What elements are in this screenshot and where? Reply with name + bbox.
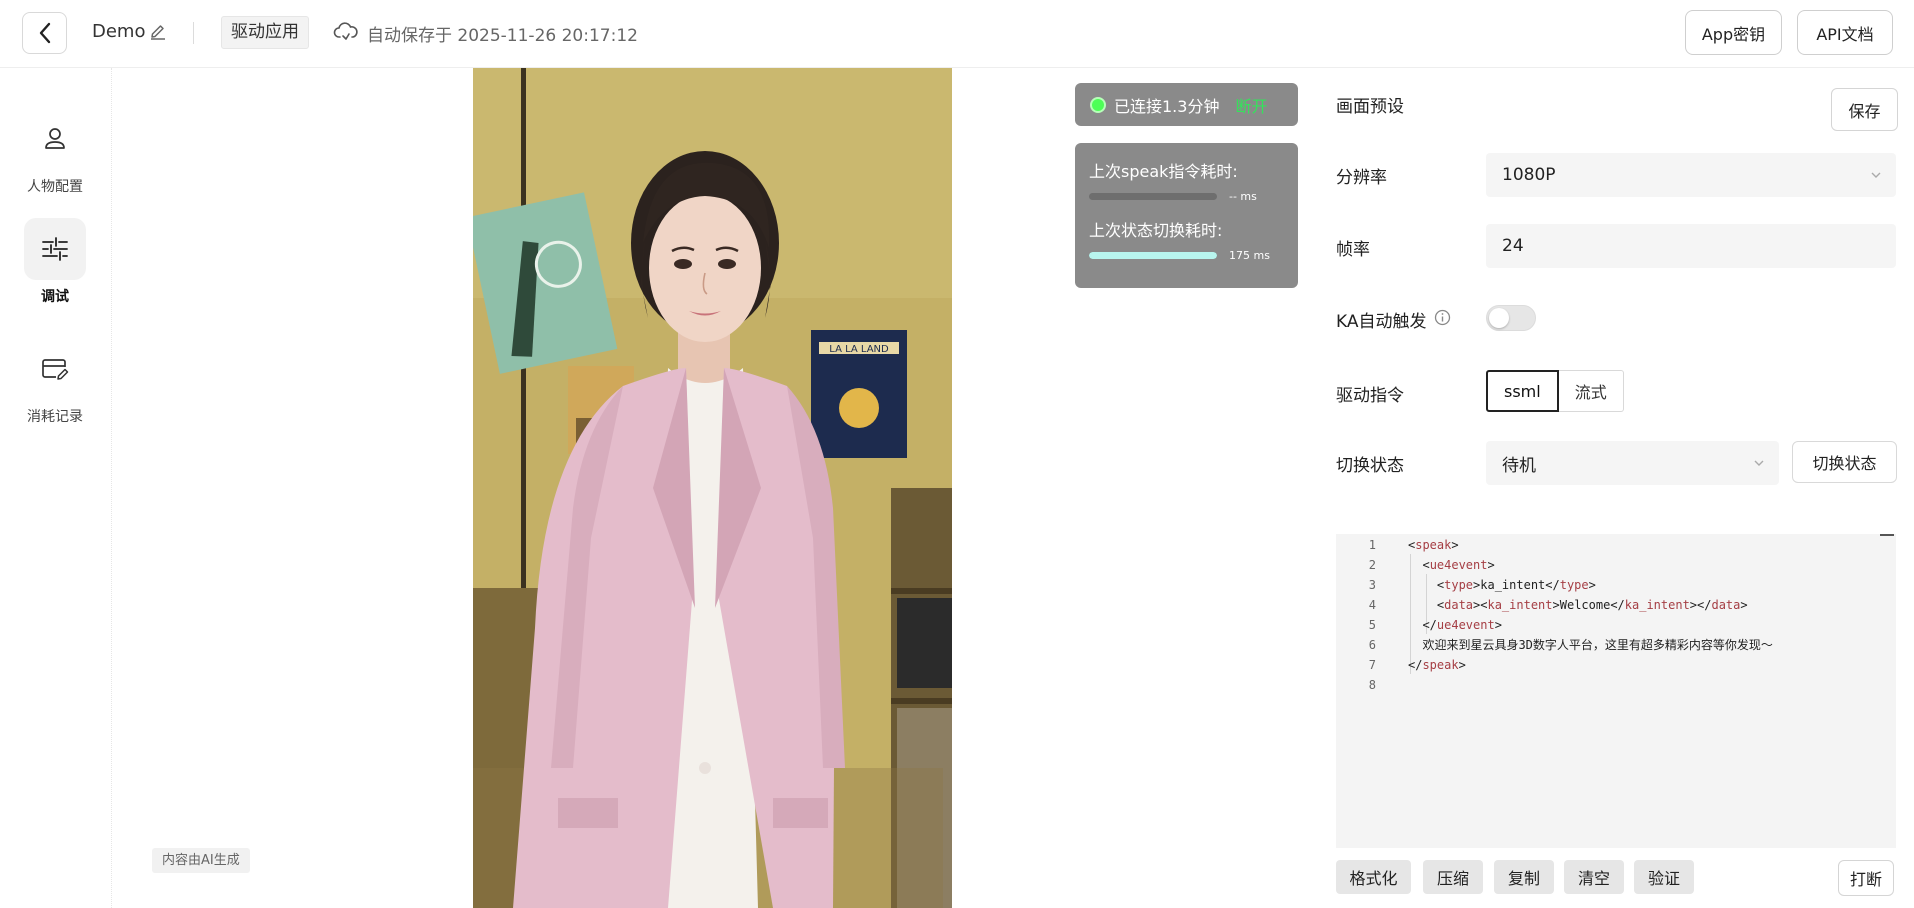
top-bar: Demo 驱动应用 自动保存于 2025-11-26 20:17:12 App密…	[0, 0, 1914, 68]
code-line: 6 欢迎来到星云具身3D数字人平台，这里有超多精彩内容等你发现～	[1336, 635, 1896, 655]
ka-auto-trigger-label: KA自动触发	[1336, 312, 1427, 332]
info-icon[interactable]	[1434, 309, 1451, 326]
speak-latency-value: -- ms	[1229, 190, 1257, 203]
preset-label: 画面预设	[1336, 97, 1404, 117]
line-number: 2	[1368, 558, 1376, 572]
line-number: 5	[1368, 618, 1376, 632]
switch-state-button[interactable]: 切换状态	[1792, 441, 1897, 483]
code-text: 欢迎来到星云具身3D数字人平台，这里有超多精彩内容等你发现～	[1408, 638, 1773, 652]
app-type-tag: 驱动应用	[221, 16, 309, 49]
nav-label: 消耗记录	[27, 409, 83, 425]
code-text: <speak>	[1408, 538, 1459, 552]
code-text: <data><ka_intent>Welcome</ka_intent></da…	[1408, 598, 1748, 612]
connected-indicator-icon	[1092, 98, 1104, 111]
state-latency-value: 175 ms	[1229, 249, 1270, 262]
nav-label: 调试	[41, 289, 69, 305]
avatar-scene-illustration: LA LA LAND	[473, 68, 952, 908]
nav-item-usage-records[interactable]: 消耗记录	[0, 338, 110, 426]
code-text: </speak>	[1408, 658, 1466, 672]
code-line: 1 <speak>	[1336, 535, 1896, 555]
line-number: 7	[1368, 658, 1376, 672]
switch-state-label: 切换状态	[1336, 456, 1404, 476]
fps-label: 帧率	[1336, 240, 1370, 260]
nav-icon-container	[24, 218, 86, 280]
interrupt-button[interactable]: 打断	[1838, 860, 1894, 896]
code-line: 5 </ue4event>	[1336, 615, 1896, 635]
code-line: 7 </speak>	[1336, 655, 1896, 675]
person-icon	[45, 128, 65, 149]
drive-option-ssml[interactable]: ssml	[1486, 370, 1559, 412]
app-key-button[interactable]: App密钥	[1685, 10, 1782, 55]
back-button[interactable]	[22, 12, 67, 54]
api-doc-button[interactable]: API文档	[1797, 10, 1893, 55]
code-line: 8	[1336, 675, 1896, 695]
cloud-sync-icon	[333, 22, 358, 40]
avatar-video-view: LA LA LAND	[473, 68, 952, 908]
latency-panel: 上次speak指令耗时: -- ms 上次状态切换耗时: 175 ms	[1075, 143, 1298, 288]
state-latency-bar	[1089, 252, 1217, 259]
left-sidebar: 人物配置 调试 消耗记录	[0, 68, 110, 908]
fps-value: 24	[1502, 236, 1524, 256]
nav-icon-container	[24, 338, 86, 400]
code-text: <ue4event>	[1408, 558, 1495, 572]
resolution-select[interactable]: 1080P	[1486, 153, 1896, 197]
fps-input[interactable]: 24	[1486, 224, 1896, 268]
toggle-knob	[1489, 308, 1509, 328]
line-number: 6	[1368, 638, 1376, 652]
card-edit-icon	[42, 359, 69, 380]
poster-title: LA LA LAND	[829, 344, 889, 355]
speak-latency-label: 上次speak指令耗时:	[1089, 162, 1238, 181]
speak-latency-bar	[1089, 193, 1217, 200]
ai-generated-badge: 内容由AI生成	[152, 848, 250, 873]
header-divider	[193, 22, 194, 44]
validate-button[interactable]: 验证	[1634, 860, 1694, 894]
chevron-down-icon	[1754, 460, 1764, 466]
line-number: 8	[1368, 678, 1376, 692]
app-name: Demo	[92, 21, 146, 42]
drive-command-label: 驱动指令	[1336, 386, 1404, 406]
drive-command-segmented: ssml 流式	[1486, 370, 1624, 412]
ka-auto-trigger-toggle[interactable]	[1486, 305, 1536, 331]
code-line: 2 <ue4event>	[1336, 555, 1896, 575]
chevron-left-icon	[39, 22, 50, 44]
code-line: 3 <type>ka_intent</type>	[1336, 575, 1896, 595]
sidebar-separator	[111, 68, 112, 908]
line-number: 4	[1368, 598, 1376, 612]
nav-label: 人物配置	[27, 179, 83, 195]
state-latency-fill	[1089, 252, 1217, 259]
clear-button[interactable]: 清空	[1564, 860, 1624, 894]
nav-item-debug[interactable]: 调试	[0, 218, 110, 306]
code-text: <type>ka_intent</type>	[1408, 578, 1596, 592]
sliders-icon	[42, 237, 68, 261]
code-text: </ue4event>	[1408, 618, 1502, 632]
format-button[interactable]: 格式化	[1336, 860, 1411, 894]
connection-duration: 已连接1.3分钟	[1114, 96, 1220, 116]
state-select[interactable]: 待机	[1486, 441, 1779, 485]
state-value: 待机	[1502, 455, 1536, 476]
state-latency-label: 上次状态切换耗时:	[1089, 221, 1223, 240]
code-line: 4 <data><ka_intent>Welcome</ka_intent></…	[1336, 595, 1896, 615]
copy-button[interactable]: 复制	[1494, 860, 1554, 894]
autosave-status: 自动保存于 2025-11-26 20:17:12	[367, 26, 638, 46]
drive-option-stream[interactable]: 流式	[1558, 370, 1624, 412]
chevron-down-icon	[1871, 172, 1881, 178]
resolution-label: 分辨率	[1336, 168, 1387, 188]
resolution-value: 1080P	[1502, 165, 1556, 185]
nav-item-character-config[interactable]: 人物配置	[0, 108, 110, 196]
nav-icon-container	[24, 108, 86, 170]
speak-latency-row: -- ms	[1089, 190, 1284, 203]
ssml-code-editor[interactable]: 1 <speak> 2 <ue4event> 3 <type>ka_intent</t…	[1336, 534, 1896, 848]
state-latency-row: 175 ms	[1089, 249, 1284, 262]
disconnect-link[interactable]: 断开	[1235, 93, 1267, 117]
pencil-icon[interactable]	[149, 23, 167, 41]
save-button[interactable]: 保存	[1831, 88, 1898, 131]
line-number: 3	[1368, 578, 1376, 592]
connection-status-panel: 已连接1.3分钟 断开	[1075, 83, 1298, 126]
line-number: 1	[1368, 538, 1376, 552]
compress-button[interactable]: 压缩	[1423, 860, 1483, 894]
